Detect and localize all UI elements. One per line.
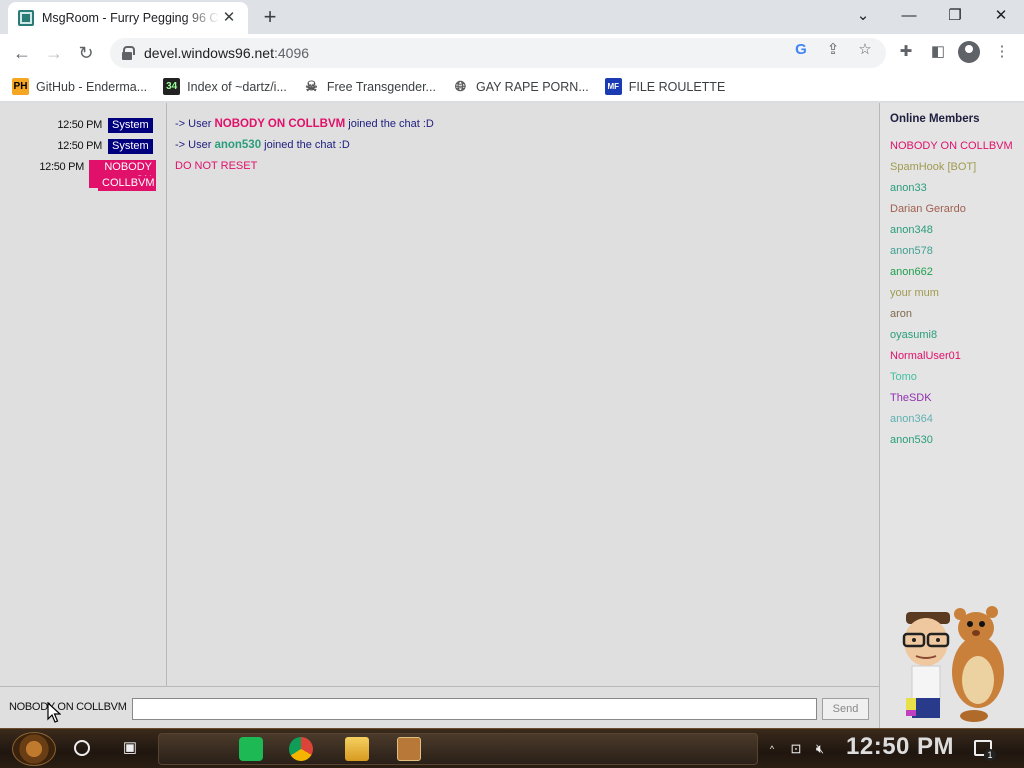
address-host: devel.windows96.net [144,45,274,61]
message-input[interactable] [132,698,817,720]
address-port: :4096 [273,45,310,61]
joined-user-name[interactable]: NOBODY ON COLLBVM [214,118,345,130]
ph-icon: PH [12,78,29,95]
notification-count: 1 [984,749,996,761]
bookmark-label: GitHub - Enderma... [36,79,148,94]
34-icon: 34 [163,78,181,95]
bonzi-icon[interactable] [397,737,421,761]
bookmark-label: GAY RAPE PORN... [475,79,589,94]
globe-icon: 🌐︎ [454,78,467,94]
joined-user-name[interactable]: anon530 [214,139,261,151]
reload-button[interactable]: ↻ [73,40,99,66]
msgroom-app: 12:50 PM System 12:50 PM System 12:50 PM… [0,103,1024,728]
tray-overflow-icon[interactable]: ^ [768,741,776,757]
spotify-icon[interactable] [239,737,263,761]
message-text: DO NOT RESET [175,160,258,172]
message-text: -> User anon530 joined the chat :D [175,139,350,151]
side-panel-icon[interactable]: ◧ [926,40,950,64]
member-item[interactable]: anon662 [890,266,933,278]
tab-search-icon[interactable]: ⌄ [843,4,883,28]
tab-msgroom[interactable]: MsgRoom - Furry Pegging 96 Chat ✕ [8,2,248,34]
member-item[interactable]: SpamHook [BOT] [890,161,976,173]
mouse-cursor-icon [47,702,61,723]
message-input-bar: NOBODY ON COLLBVM Send [0,686,879,728]
message-meta-column: 12:50 PM System 12:50 PM System 12:50 PM… [0,103,167,686]
message-list: -> User NOBODY ON COLLBVM joined the cha… [167,103,879,686]
network-icon[interactable]: ⊡ [788,741,804,757]
bookmark-star-icon[interactable]: ☆ [855,40,875,60]
tab-title: MsgRoom - Furry Pegging 96 Chat [42,11,220,25]
message-time: 12:50 PM [39,161,84,173]
bookmark-item[interactable]: 34 Index of ~dartz/i... [163,78,287,95]
join-prefix: -> User [175,139,215,151]
member-item[interactable]: TheSDK [890,392,932,404]
search-circle-icon[interactable] [74,740,90,756]
new-tab-button[interactable]: + [258,6,282,30]
address-bar[interactable]: devel.windows96.net :4096 [110,38,886,68]
member-item[interactable]: oyasumi8 [890,329,937,341]
message-time: 12:50 PM [57,119,102,131]
bookmark-label: Index of ~dartz/i... [187,79,287,94]
bookmarks-bar: PH GitHub - Enderma... 34 Index of ~dart… [0,72,1024,102]
member-item[interactable]: anon33 [890,182,927,194]
mf-icon: MF [604,78,622,95]
chrome-icon[interactable] [289,737,313,761]
share-icon[interactable]: ⇪ [823,40,843,60]
minimize-button[interactable]: — [889,4,929,28]
current-nick[interactable]: NOBODY ON COLLBVM [9,701,127,713]
member-item[interactable]: aron [890,308,912,320]
member-item[interactable]: anon348 [890,224,933,236]
close-window-button[interactable]: ✕ [981,4,1021,28]
bookmark-item[interactable]: 🌐︎ GAY RAPE PORN... [452,78,589,95]
browser-toolbar: ← → ↻ devel.windows96.net :4096 G ⇪ ☆ [0,34,1024,72]
member-item[interactable]: Tomo [890,371,917,383]
author-badge-system[interactable]: System [108,118,153,133]
members-title: Online Members [890,113,980,125]
google-lens-icon[interactable]: G [791,40,811,60]
bookmark-item[interactable]: ☠ Free Transgender... [303,78,436,95]
file-explorer-icon[interactable] [345,737,369,761]
task-view-icon[interactable]: ▣ [121,739,139,757]
back-button[interactable]: ← [9,40,35,66]
member-item[interactable]: anon364 [890,413,933,425]
bookmark-label: Free Transgender... [326,79,436,94]
bookmark-label: FILE ROULETTE [628,79,726,94]
member-item[interactable]: NOBODY ON COLLBVM [890,140,1013,152]
extensions-icon[interactable]: ✚ [894,40,918,64]
member-item[interactable]: your mum [890,287,939,299]
member-item[interactable]: Darian Gerardo [890,203,966,215]
tab-strip: MsgRoom - Furry Pegging 96 Chat ✕ + ⌄ — … [0,0,1024,34]
mascot-illustration [902,606,1004,722]
restore-button[interactable]: ❐ [935,4,975,28]
send-button[interactable]: Send [822,698,869,720]
skull-icon: ☠ [305,78,318,94]
profile-avatar[interactable] [958,41,980,63]
volume-muted-icon[interactable]: 🔇︎ [812,741,828,757]
taskbar: ▣ ^ ⊡ 🔇︎ 12:50 PM 1 [0,728,1024,768]
menu-kebab-icon[interactable]: ⋮ [990,40,1014,64]
author-badge-system[interactable]: System [108,139,153,154]
message-text: -> User NOBODY ON COLLBVM joined the cha… [175,118,434,130]
close-tab-icon[interactable]: ✕ [220,9,238,27]
join-prefix: -> User [175,118,215,130]
member-item[interactable]: anon578 [890,245,933,257]
forward-button[interactable]: → [41,40,67,66]
join-suffix: joined the chat :D [345,118,434,130]
member-item[interactable]: anon530 [890,434,933,446]
join-suffix: joined the chat :D [261,139,350,151]
bookmark-item[interactable]: MF FILE ROULETTE [604,78,726,95]
start-button[interactable] [12,732,56,766]
bookmark-item[interactable]: PH GitHub - Enderma... [12,78,147,95]
clock[interactable]: 12:50 PM [846,733,954,761]
lock-icon[interactable] [120,46,135,60]
message-time: 12:50 PM [57,140,102,152]
msgroom-favicon-icon [18,10,34,26]
member-item[interactable]: NormalUser01 [890,350,961,362]
author-badge-user[interactable]: COLLBVM [98,176,156,191]
